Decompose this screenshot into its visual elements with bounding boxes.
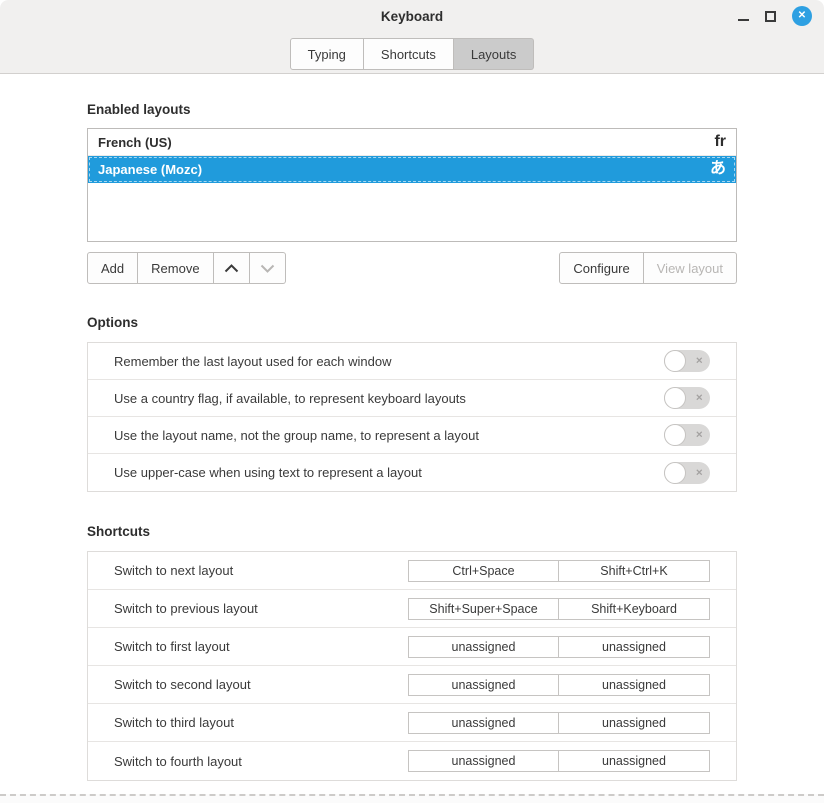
- option-row-remember-layout: Remember the last layout used for each w…: [88, 343, 736, 380]
- configure-button[interactable]: Configure: [559, 252, 643, 284]
- keybinding-button[interactable]: unassigned: [408, 750, 559, 772]
- scroll-edge-divider: [0, 794, 824, 803]
- option-label: Remember the last layout used for each w…: [114, 354, 391, 369]
- shortcut-row-third-layout: Switch to third layout unassigned unassi…: [88, 704, 736, 742]
- keybinding-button[interactable]: unassigned: [408, 636, 559, 658]
- shortcut-row-first-layout: Switch to first layout unassigned unassi…: [88, 628, 736, 666]
- keybinding-button[interactable]: unassigned: [559, 674, 710, 696]
- toggle-upper-case[interactable]: ✕: [664, 462, 710, 484]
- layouts-toolbar: Add Remove Configure View layout: [87, 252, 737, 284]
- keybinding-button[interactable]: Shift+Super+Space: [408, 598, 559, 620]
- toggle-knob: [664, 424, 686, 446]
- shortcut-label: Switch to previous layout: [114, 601, 258, 616]
- keybinding-group: unassigned unassigned: [408, 636, 710, 658]
- option-row-layout-name: Use the layout name, not the group name,…: [88, 417, 736, 454]
- keybinding-group: Ctrl+Space Shift+Ctrl+K: [408, 560, 710, 582]
- toggle-knob: [664, 350, 686, 372]
- layout-indicator: あ: [710, 161, 726, 177]
- shortcut-row-fourth-layout: Switch to fourth layout unassigned unass…: [88, 742, 736, 780]
- layout-indicator: fr: [714, 134, 726, 150]
- toggle-layout-name[interactable]: ✕: [664, 424, 710, 446]
- options-heading: Options: [87, 315, 737, 331]
- keybinding-button[interactable]: unassigned: [559, 636, 710, 658]
- shortcut-label: Switch to fourth layout: [114, 754, 242, 769]
- keybinding-button[interactable]: unassigned: [408, 712, 559, 734]
- toggle-off-icon: ✕: [695, 468, 703, 477]
- close-icon: ✕: [798, 11, 806, 21]
- keybinding-button[interactable]: unassigned: [408, 674, 559, 696]
- view-layout-button[interactable]: View layout: [644, 252, 737, 284]
- enabled-layouts-heading: Enabled layouts: [87, 102, 737, 118]
- shortcut-label: Switch to next layout: [114, 563, 233, 578]
- window-title: Keyboard: [381, 9, 443, 24]
- close-button[interactable]: ✕: [792, 6, 812, 26]
- shortcut-row-next-layout: Switch to next layout Ctrl+Space Shift+C…: [88, 552, 736, 590]
- option-row-upper-case: Use upper-case when using text to repres…: [88, 454, 736, 491]
- keybinding-button[interactable]: Shift+Ctrl+K: [559, 560, 710, 582]
- layout-name: French (US): [98, 135, 172, 150]
- toggle-knob: [664, 387, 686, 409]
- shortcuts-table: Switch to next layout Ctrl+Space Shift+C…: [87, 551, 737, 781]
- keybinding-button[interactable]: Ctrl+Space: [408, 560, 559, 582]
- option-row-country-flag: Use a country flag, if available, to rep…: [88, 380, 736, 417]
- shortcut-row-second-layout: Switch to second layout unassigned unass…: [88, 666, 736, 704]
- tab-typing[interactable]: Typing: [290, 38, 364, 70]
- toggle-off-icon: ✕: [695, 394, 703, 403]
- move-down-button[interactable]: [250, 252, 286, 284]
- keybinding-button[interactable]: unassigned: [559, 750, 710, 772]
- window-header: Keyboard ✕ Typing Shortcuts Layouts: [0, 0, 824, 74]
- option-label: Use a country flag, if available, to rep…: [114, 391, 466, 406]
- shortcut-label: Switch to first layout: [114, 639, 230, 654]
- chevron-up-icon: [224, 264, 239, 273]
- maximize-button[interactable]: [765, 11, 776, 22]
- edit-button-group: Add Remove: [87, 252, 286, 284]
- option-label: Use upper-case when using text to repres…: [114, 465, 422, 480]
- keybinding-group: Shift+Super+Space Shift+Keyboard: [408, 598, 710, 620]
- keyboard-settings-window: Keyboard ✕ Typing Shortcuts Layouts Enab…: [0, 0, 824, 803]
- window-controls: ✕: [738, 0, 812, 32]
- toggle-country-flag[interactable]: ✕: [664, 387, 710, 409]
- minimize-icon: [738, 19, 749, 21]
- shortcut-label: Switch to second layout: [114, 677, 251, 692]
- toggle-knob: [664, 462, 686, 484]
- tab-bar: Typing Shortcuts Layouts: [0, 32, 824, 73]
- toggle-off-icon: ✕: [695, 431, 703, 440]
- keybinding-button[interactable]: unassigned: [559, 712, 710, 734]
- layouts-page: Enabled layouts French (US) fr Japanese …: [0, 74, 824, 791]
- tab-layouts[interactable]: Layouts: [454, 38, 535, 70]
- move-up-button[interactable]: [214, 252, 250, 284]
- layout-name: Japanese (Mozc): [98, 162, 202, 177]
- shortcuts-heading: Shortcuts: [87, 524, 737, 540]
- chevron-down-icon: [260, 264, 275, 273]
- add-button[interactable]: Add: [87, 252, 138, 284]
- keybinding-group: unassigned unassigned: [408, 750, 710, 772]
- titlebar: Keyboard ✕: [0, 0, 824, 32]
- tab-shortcuts[interactable]: Shortcuts: [364, 38, 454, 70]
- layout-row-japanese[interactable]: Japanese (Mozc) あ: [88, 156, 736, 183]
- keybinding-group: unassigned unassigned: [408, 712, 710, 734]
- maximize-icon: [765, 11, 776, 22]
- shortcut-label: Switch to third layout: [114, 715, 234, 730]
- option-label: Use the layout name, not the group name,…: [114, 428, 479, 443]
- minimize-button[interactable]: [738, 12, 749, 21]
- toggle-remember-layout[interactable]: ✕: [664, 350, 710, 372]
- remove-button[interactable]: Remove: [138, 252, 213, 284]
- configure-button-group: Configure View layout: [559, 252, 737, 284]
- shortcut-row-previous-layout: Switch to previous layout Shift+Super+Sp…: [88, 590, 736, 628]
- keybinding-button[interactable]: Shift+Keyboard: [559, 598, 710, 620]
- options-list: Remember the last layout used for each w…: [87, 342, 737, 492]
- keybinding-group: unassigned unassigned: [408, 674, 710, 696]
- enabled-layouts-list: French (US) fr Japanese (Mozc) あ: [87, 128, 737, 242]
- toggle-off-icon: ✕: [695, 357, 703, 366]
- layout-row-french[interactable]: French (US) fr: [88, 129, 736, 156]
